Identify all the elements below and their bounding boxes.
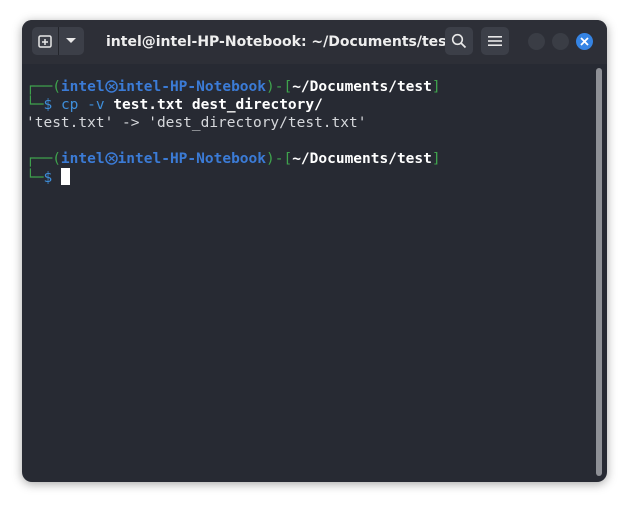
new-tab-button[interactable] [32,27,58,55]
kali-dragon-icon [104,152,118,165]
tab-button-group [32,27,84,55]
window-title: intel@intel-HP-Notebook: ~/Documents/tes… [106,34,454,50]
kali-dragon-icon [104,80,118,93]
search-icon [451,33,467,49]
menu-button[interactable] [481,27,509,55]
close-icon [580,37,589,46]
tab-dropdown-button[interactable] [57,27,85,55]
terminal-content[interactable]: ┌──(intel intel-HP-Notebook)-[~/Documents… [26,78,441,186]
text-cursor [60,168,70,185]
hamburger-menu-icon [488,36,502,46]
terminal-window: intel@intel-HP-Notebook: ~/Documents/tes… [22,20,607,482]
scrollbar[interactable] [596,68,602,476]
prompt-header-line: ┌──(intel intel-HP-Notebook)-[~/Documents… [26,151,441,167]
minimize-button[interactable] [528,33,545,50]
active-prompt-line[interactable]: └─$ [26,168,441,186]
search-button[interactable] [445,27,473,55]
close-button[interactable] [576,33,593,50]
chevron-down-icon [66,38,77,43]
command-line: └─$ cp -v test.txt dest_directory/ [26,97,323,113]
prompt-header-line: ┌──(intel intel-HP-Notebook)-[~/Documents… [26,79,441,95]
maximize-button[interactable] [552,33,569,50]
title-bar[interactable]: intel@intel-HP-Notebook: ~/Documents/tes… [22,20,607,64]
new-tab-icon [38,35,52,48]
command-output: 'test.txt' -> 'dest_directory/test.txt' [26,115,367,131]
